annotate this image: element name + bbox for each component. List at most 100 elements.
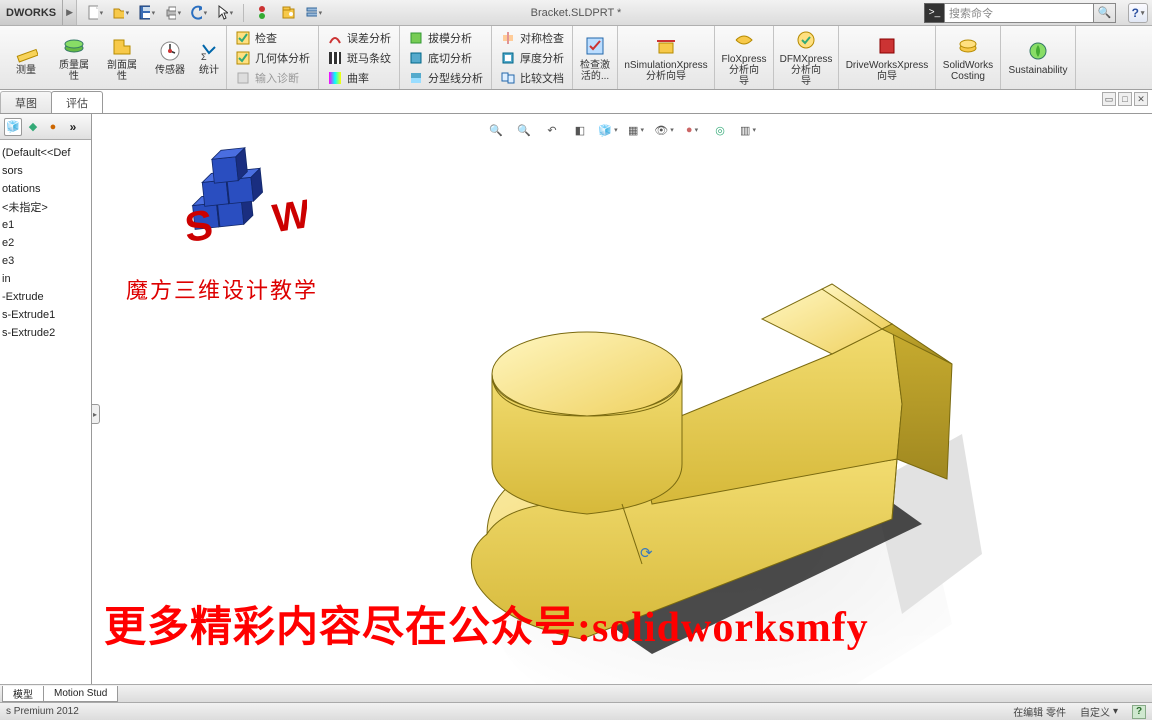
status-help[interactable]: ?: [1132, 705, 1146, 719]
tree-root[interactable]: (Default<<Def: [2, 144, 89, 162]
svg-text:Σ: Σ: [201, 52, 207, 61]
section-view-icon[interactable]: ◧: [571, 121, 589, 139]
curvature-label: 曲率: [347, 70, 369, 86]
thickness-button[interactable]: 厚度分析: [496, 48, 568, 67]
section-props-button[interactable]: 剖面属 性: [98, 28, 146, 88]
search-input[interactable]: 搜索命令: [944, 3, 1094, 23]
tree-item[interactable]: s-Extrude1: [2, 306, 89, 324]
appearance-icon[interactable]: ●: [683, 121, 701, 139]
check-active-button[interactable]: 检查激 活的...: [575, 28, 615, 88]
flyout-handle[interactable]: ▸: [92, 404, 100, 424]
status-custom[interactable]: 自定义 ▾: [1080, 704, 1118, 719]
simxpress-button[interactable]: nSimulationXpress分析向导: [620, 28, 712, 88]
mass-props-button[interactable]: 质量属 性: [50, 28, 98, 88]
undercut-label: 底切分析: [428, 50, 472, 66]
print-icon[interactable]: [165, 5, 181, 21]
document-title: Bracket.SLDPRT *: [531, 7, 622, 19]
quick-access-toolbar: [77, 0, 332, 25]
search-go-icon[interactable]: 🔍: [1094, 3, 1116, 23]
costing-button[interactable]: SolidWorksCosting: [938, 28, 998, 88]
fm-tab-tree-icon[interactable]: 🧊: [4, 118, 22, 136]
fm-tab-config-icon[interactable]: ◆: [24, 118, 42, 136]
save-icon[interactable]: [139, 5, 155, 21]
status-version: s Premium 2012: [6, 706, 79, 717]
ribbon-group-costing: SolidWorksCosting: [936, 26, 1001, 89]
settings-icon[interactable]: [306, 5, 322, 21]
simxpress-label: nSimulationXpress: [624, 60, 707, 71]
select-icon[interactable]: [217, 5, 233, 21]
tree-item[interactable]: sors: [2, 162, 89, 180]
view-settings-icon[interactable]: ▥: [739, 121, 757, 139]
dfmxpress-sub: 分析向 导: [791, 65, 821, 87]
parting-line-button[interactable]: 分型线分析: [404, 68, 487, 87]
open-icon[interactable]: [113, 5, 129, 21]
bottom-tab-model[interactable]: 模型: [2, 686, 44, 702]
compare-button[interactable]: 比较文档: [496, 68, 568, 87]
deviation-button[interactable]: 误差分析: [323, 28, 395, 47]
driveworks-button[interactable]: DriveWorksXpress向导: [841, 28, 933, 88]
display-style-icon[interactable]: ▦: [627, 121, 645, 139]
feature-tree[interactable]: (Default<<Def sors otations <未指定> e1 e2 …: [0, 140, 91, 684]
draft-label: 拔模分析: [428, 30, 472, 46]
ribbon-group-floxpress: FloXpress分析向 导: [715, 26, 774, 89]
stats-label: 统计: [199, 65, 219, 76]
vp-close-icon[interactable]: ✕: [1134, 92, 1148, 106]
tree-item[interactable]: <未指定>: [2, 198, 89, 216]
watermark-caption: 魔方三维设计教学: [122, 273, 322, 305]
hide-show-icon[interactable]: 👁: [655, 121, 673, 139]
fm-tab-display-icon[interactable]: ●: [44, 118, 62, 136]
svg-text:S: S: [182, 200, 215, 251]
tree-item[interactable]: otations: [2, 180, 89, 198]
vp-max-icon[interactable]: □: [1118, 92, 1132, 106]
tree-item[interactable]: -Extrude: [2, 288, 89, 306]
viewport[interactable]: ▸ 🔍 🔍 ↶ ◧ 🧊 ▦ 👁 ● ◎ ▥: [92, 114, 1152, 684]
options-icon[interactable]: [280, 5, 296, 21]
draft-button[interactable]: 拔模分析: [404, 28, 487, 47]
tree-item[interactable]: s-Extrude2: [2, 324, 89, 342]
measure-button[interactable]: 测量: [2, 28, 50, 88]
rebuild-icon[interactable]: [254, 5, 270, 21]
tab-evaluate[interactable]: 评估: [51, 91, 103, 113]
ribbon-group-sustain: Sustainability: [1001, 26, 1076, 89]
new-icon[interactable]: [87, 5, 103, 21]
compare-label: 比较文档: [520, 70, 564, 86]
bottom-tab-motion[interactable]: Motion Stud: [43, 686, 118, 702]
status-bar: s Premium 2012 在编辑 零件 自定义 ▾ ?: [0, 702, 1152, 720]
qat-separator: [243, 4, 244, 22]
floxpress-button[interactable]: FloXpress分析向 导: [717, 28, 771, 88]
tree-item[interactable]: in: [2, 270, 89, 288]
tree-item[interactable]: e1: [2, 216, 89, 234]
prev-view-icon[interactable]: ↶: [543, 121, 561, 139]
rotate-cursor-icon: ⟳: [640, 544, 660, 560]
zoom-area-icon[interactable]: 🔍: [515, 121, 533, 139]
tree-item[interactable]: e3: [2, 252, 89, 270]
curvature-button[interactable]: 曲率: [323, 68, 395, 87]
check-button[interactable]: 检查: [231, 28, 314, 47]
app-menu-arrow[interactable]: ▶: [63, 0, 77, 25]
sensor-button[interactable]: 传感器: [146, 28, 194, 88]
dfmxpress-button[interactable]: DFMXpress分析向 导: [776, 28, 836, 88]
undo-icon[interactable]: [191, 5, 207, 21]
tab-sketch[interactable]: 草图: [0, 91, 52, 113]
ribbon-group-analysis1: 误差分析 斑马条纹 曲率: [319, 26, 400, 89]
scene-icon[interactable]: ◎: [711, 121, 729, 139]
geometry-analysis-button[interactable]: 几何体分析: [231, 48, 314, 67]
status-editing: 在编辑 零件: [1013, 704, 1066, 719]
vp-tile-icon[interactable]: ▭: [1102, 92, 1116, 106]
view-orient-icon[interactable]: 🧊: [599, 121, 617, 139]
zebra-label: 斑马条纹: [347, 50, 391, 66]
zebra-button[interactable]: 斑马条纹: [323, 48, 395, 67]
fm-tab-expand[interactable]: »: [64, 118, 82, 136]
symmetry-button[interactable]: 对称检查: [496, 28, 568, 47]
zoom-fit-icon[interactable]: 🔍: [487, 121, 505, 139]
driveworks-sub: 向导: [877, 71, 897, 82]
check-label: 检查: [255, 30, 277, 46]
help-button[interactable]: ?: [1128, 3, 1148, 23]
sustainability-button[interactable]: Sustainability: [1003, 28, 1073, 88]
ribbon-group-dfmxpress: DFMXpress分析向 导: [774, 26, 839, 89]
tree-item[interactable]: e2: [2, 234, 89, 252]
import-diagnostics-button[interactable]: 输入诊断: [231, 68, 314, 87]
undercut-button[interactable]: 底切分析: [404, 48, 487, 67]
ribbon-group-check: 检查 几何体分析 输入诊断: [227, 26, 319, 89]
stats-button[interactable]: Σ 统计: [194, 28, 224, 88]
